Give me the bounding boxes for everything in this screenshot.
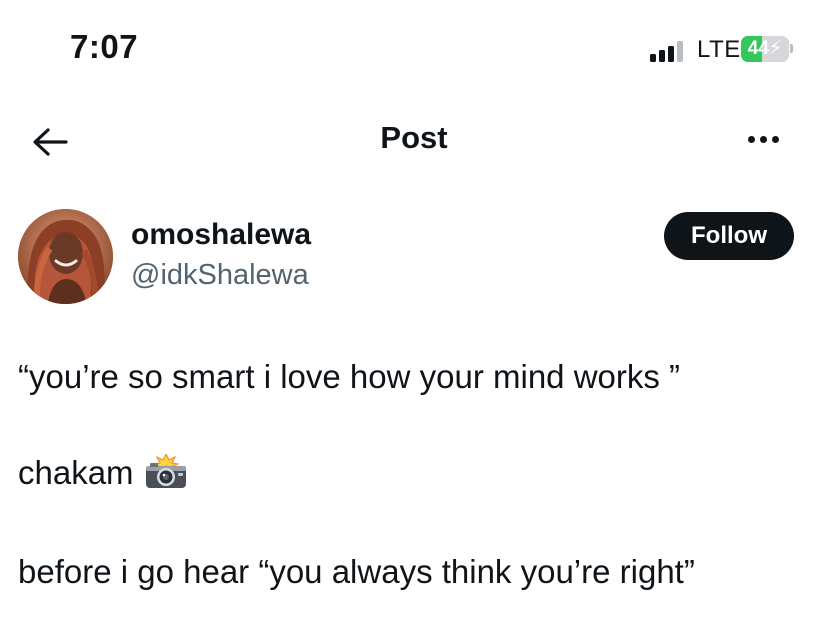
author-name[interactable]: omoshalewa — [131, 218, 311, 252]
post-text-line: before i go hear “you always think you’r… — [18, 553, 695, 590]
more-options-button[interactable] — [740, 124, 786, 154]
battery-tip — [790, 44, 793, 53]
avatar[interactable] — [18, 209, 113, 304]
camera-with-flash-icon — [145, 454, 186, 488]
more-dot — [771, 135, 779, 143]
battery-icon: 44⚡ — [741, 36, 789, 62]
post-text: chakam — [18, 454, 134, 491]
page-title: Post — [380, 120, 448, 155]
author-handle[interactable]: @idkShalewa — [131, 259, 309, 292]
more-dot — [759, 135, 767, 143]
post-text-line: “you’re so smart i love how your mind wo… — [18, 358, 681, 395]
status-time: 7:07 — [70, 28, 139, 65]
profile-photo — [18, 209, 113, 304]
battery-level: 44⚡ — [747, 38, 783, 59]
follow-button[interactable]: Follow — [664, 212, 794, 260]
post-text-line: chakam — [18, 454, 188, 492]
network-type: LTE — [697, 36, 741, 63]
more-horizontal-icon — [747, 135, 755, 143]
